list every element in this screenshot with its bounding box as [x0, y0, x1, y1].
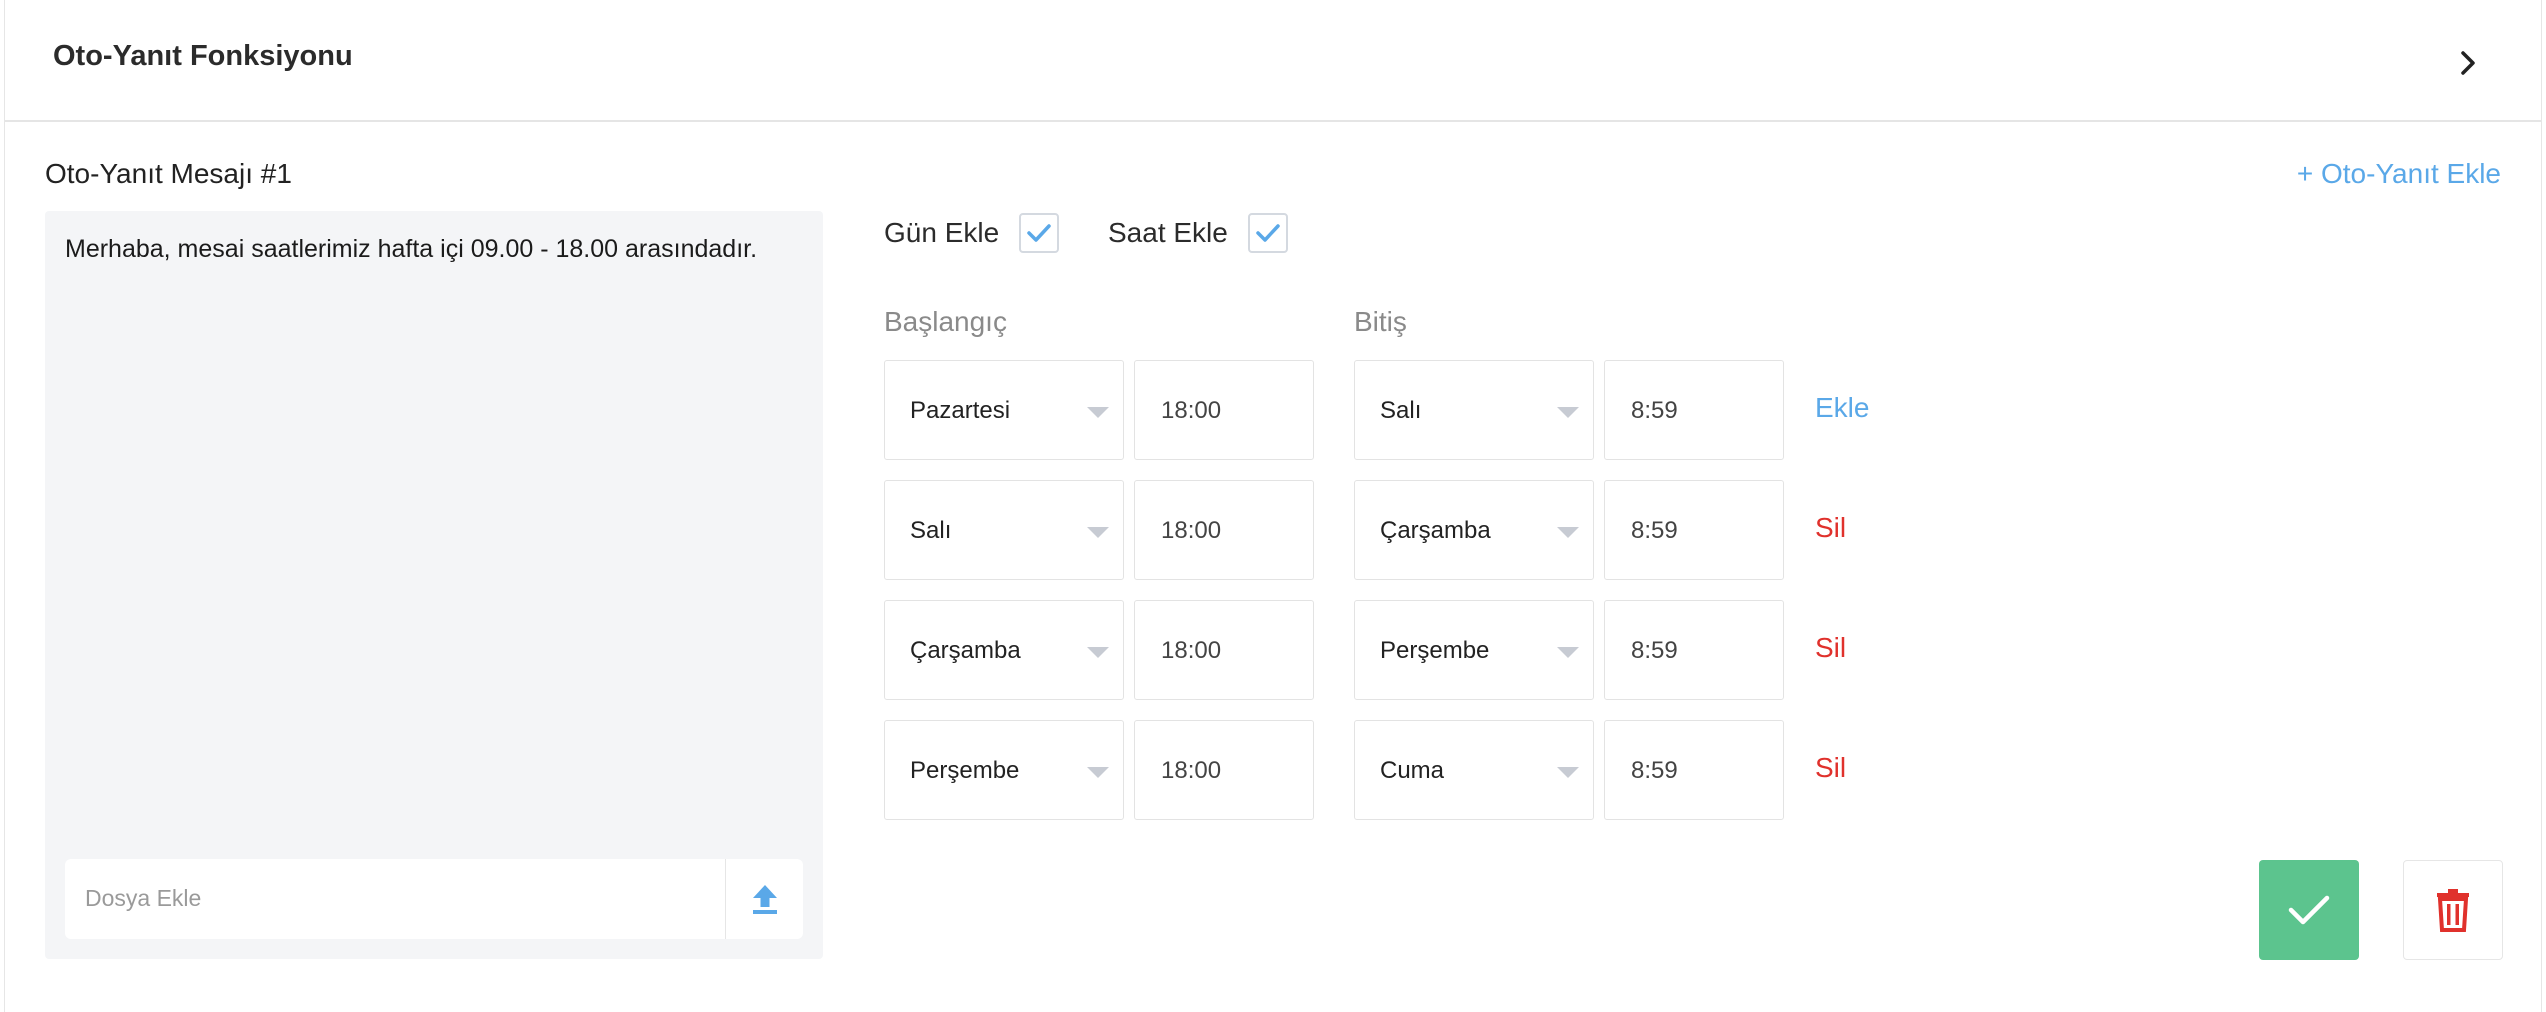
end-time-input[interactable]: 8:59 [1604, 600, 1784, 700]
save-button[interactable] [2259, 860, 2359, 960]
check-icon [1027, 224, 1051, 242]
end-day-value: Perşembe [1380, 637, 1490, 664]
panel-header[interactable]: Oto-Yanıt Fonksiyonu [5, 0, 2541, 122]
start-day-value: Salı [910, 517, 952, 544]
delete-row-button[interactable]: Sil [1815, 752, 1846, 784]
caret-down-icon [1557, 647, 1579, 658]
caret-down-icon [1087, 407, 1109, 418]
start-time-input[interactable]: 18:00 [1134, 480, 1314, 580]
start-day-value: Pazartesi [910, 397, 1011, 424]
end-day-select[interactable]: Cuma [1354, 720, 1594, 820]
caret-down-icon [1087, 767, 1109, 778]
end-day-value: Salı [1380, 397, 1422, 424]
message-text: Merhaba, mesai saatlerimiz hafta içi 09.… [65, 235, 758, 263]
end-time-input[interactable]: 8:59 [1604, 480, 1784, 580]
end-day-select[interactable]: Salı [1354, 360, 1594, 460]
start-time-value: 18:00 [1161, 757, 1222, 784]
add-row-button[interactable]: Ekle [1815, 392, 1869, 424]
start-day-select[interactable]: Perşembe [884, 720, 1124, 820]
start-time-input[interactable]: 18:00 [1134, 360, 1314, 460]
start-time-value: 18:00 [1161, 637, 1222, 664]
add-day-label: Gün Ekle [884, 217, 1000, 248]
start-time-value: 18:00 [1161, 517, 1222, 544]
end-day-select[interactable]: Perşembe [1354, 600, 1594, 700]
delete-button[interactable] [2403, 860, 2503, 960]
caret-down-icon [1557, 767, 1579, 778]
trash-icon [2437, 889, 2469, 932]
end-time-value: 8:59 [1631, 637, 1678, 664]
end-time-value: 8:59 [1631, 397, 1678, 424]
file-attach-placeholder: Dosya Ekle [85, 885, 202, 911]
add-time-label: Saat Ekle [1108, 217, 1228, 248]
message-textarea[interactable]: Merhaba, mesai saatlerimiz hafta içi 09.… [45, 211, 823, 959]
upload-button[interactable] [726, 859, 803, 939]
end-column-header: Bitiş [1354, 306, 1407, 337]
start-day-select[interactable]: Çarşamba [884, 600, 1124, 700]
end-day-value: Çarşamba [1380, 517, 1491, 544]
file-attach-bar[interactable]: Dosya Ekle [65, 859, 803, 939]
end-time-value: 8:59 [1631, 517, 1678, 544]
caret-down-icon [1557, 407, 1579, 418]
check-icon [1256, 224, 1280, 242]
caret-down-icon [1087, 527, 1109, 538]
delete-row-button[interactable]: Sil [1815, 512, 1846, 544]
end-time-input[interactable]: 8:59 [1604, 360, 1784, 460]
add-autoreply-link[interactable]: + Oto-Yanıt Ekle [2297, 158, 2501, 190]
add-time-option[interactable]: Saat Ekle [1108, 212, 1288, 254]
panel-title: Oto-Yanıt Fonksiyonu [53, 40, 353, 72]
add-time-checkbox[interactable] [1247, 213, 1288, 253]
check-icon [2288, 895, 2330, 925]
start-day-value: Çarşamba [910, 637, 1021, 664]
message-title: Oto-Yanıt Mesajı #1 [45, 158, 292, 189]
end-day-value: Cuma [1380, 757, 1445, 784]
autoreply-panel: Oto-Yanıt Fonksiyonu Oto-Yanıt Mesajı #1… [4, 0, 2542, 1012]
end-day-select[interactable]: Çarşamba [1354, 480, 1594, 580]
delete-row-button[interactable]: Sil [1815, 632, 1846, 664]
start-day-value: Perşembe [910, 757, 1020, 784]
start-day-select[interactable]: Pazartesi [884, 360, 1124, 460]
upload-icon [752, 885, 777, 914]
start-day-select[interactable]: Salı [884, 480, 1124, 580]
start-column-header: Başlangıç [884, 306, 1007, 337]
start-time-value: 18:00 [1161, 397, 1222, 424]
end-time-value: 8:59 [1631, 757, 1678, 784]
add-day-checkbox[interactable] [1019, 213, 1060, 253]
add-day-option[interactable]: Gün Ekle [884, 212, 1060, 254]
start-time-input[interactable]: 18:00 [1134, 720, 1314, 820]
end-time-input[interactable]: 8:59 [1604, 720, 1784, 820]
chevron-right-icon[interactable] [2453, 46, 2483, 80]
start-time-input[interactable]: 18:00 [1134, 600, 1314, 700]
caret-down-icon [1087, 647, 1109, 658]
caret-down-icon [1557, 527, 1579, 538]
